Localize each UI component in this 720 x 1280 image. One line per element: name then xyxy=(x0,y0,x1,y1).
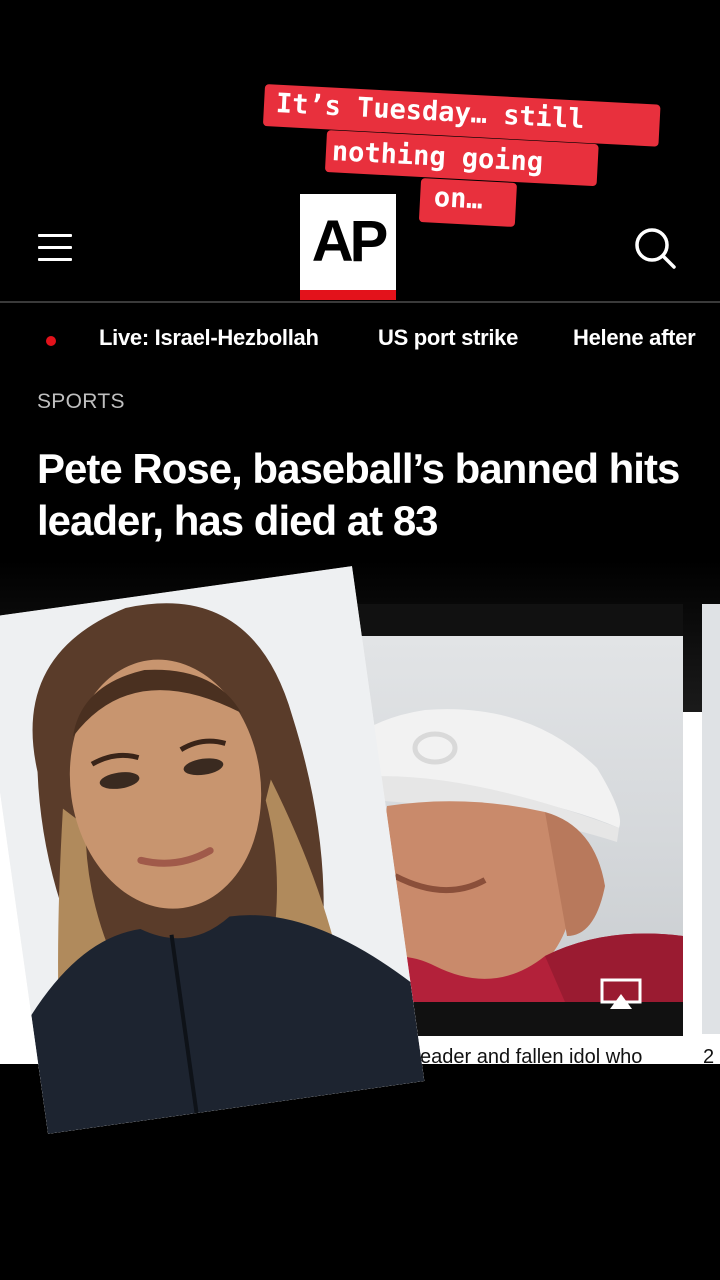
menu-icon[interactable] xyxy=(38,234,72,262)
header-divider xyxy=(0,301,720,303)
live-dot-icon xyxy=(46,336,56,346)
sticker-line-3: on… xyxy=(433,182,484,216)
section-label[interactable]: SPORTS xyxy=(37,390,125,414)
topic-port-strike[interactable]: US port strike xyxy=(378,325,518,351)
topic-helene[interactable]: Helene after xyxy=(573,325,696,351)
next-card-peek[interactable] xyxy=(702,604,720,1034)
search-icon[interactable] xyxy=(633,226,677,270)
logo-red-bar xyxy=(300,290,396,300)
topic-israel-hezbollah[interactable]: Live: Israel-Hezbollah xyxy=(99,325,319,351)
cast-icon[interactable] xyxy=(600,978,642,1010)
creator-selfie-overlay xyxy=(0,566,425,1134)
next-caption[interactable]: 2 xyxy=(703,1046,714,1069)
topic-nav: Live: Israel-Hezbollah US port strike He… xyxy=(0,305,720,373)
selfie-photo xyxy=(0,566,425,1134)
text-sticker: It’s Tuesday… still nothing going on… xyxy=(262,78,662,228)
article-headline[interactable]: Pete Rose, baseball’s banned hits leader… xyxy=(37,443,697,547)
photo-caption[interactable]: s leader and fallen idol who xyxy=(400,1046,680,1069)
